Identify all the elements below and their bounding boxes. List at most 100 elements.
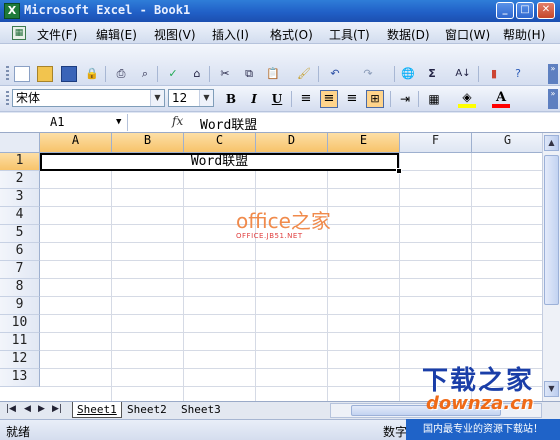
menu-data[interactable]: 数据(D) [387, 26, 430, 43]
formula-input[interactable]: Word联盟 [200, 114, 257, 133]
row-header-2[interactable]: 2 [0, 171, 40, 189]
banner-slogan: 国内最专业的资源下载站！ [406, 419, 560, 440]
underline-button[interactable]: U [268, 90, 286, 108]
toolbar-grip[interactable] [6, 66, 9, 82]
column-header-g[interactable]: G [472, 133, 542, 153]
select-all-corner[interactable] [0, 133, 40, 153]
redo-icon[interactable]: ↷ [360, 66, 376, 82]
borders-icon[interactable]: ▦ [425, 90, 443, 108]
new-icon[interactable] [14, 66, 30, 82]
row-header-3[interactable]: 3 [0, 189, 40, 207]
formatting-toolbar: 宋体 ▼ 12 ▼ B I U ≡ ≡ ≡ ⊞ ⇥ ▦ ◈ A » [0, 86, 560, 112]
workbook-icon[interactable]: ▦ [12, 26, 26, 40]
format-painter-icon[interactable]: 🖌 [296, 66, 312, 82]
menu-view[interactable]: 视图(V) [154, 26, 196, 43]
column-header-b[interactable]: B [112, 133, 184, 153]
first-sheet-icon[interactable]: |◀ [6, 404, 16, 414]
indent-icon[interactable]: ⇥ [396, 90, 414, 108]
menu-format[interactable]: 格式(O) [270, 26, 313, 43]
undo-icon[interactable]: ↶ [327, 66, 343, 82]
toolbar-separator [478, 66, 479, 82]
font-size-dropdown[interactable]: 12 ▼ [168, 89, 214, 107]
title-bar: X Microsoft Excel - Book1 _ □ ✕ [0, 0, 560, 22]
excel-app-icon[interactable]: X [4, 3, 20, 19]
paste-icon[interactable]: 📋 [265, 66, 281, 82]
chevron-down-icon[interactable]: ▼ [116, 114, 125, 130]
fill-handle[interactable] [396, 168, 402, 174]
row-header-9[interactable]: 9 [0, 297, 40, 315]
vertical-scroll-thumb[interactable] [544, 155, 559, 305]
menu-help[interactable]: 帮助(H) [503, 26, 545, 43]
row-header-11[interactable]: 11 [0, 333, 40, 351]
save-icon[interactable] [61, 66, 77, 82]
column-header-a[interactable]: A [40, 133, 112, 153]
cut-icon[interactable]: ✂ [217, 66, 233, 82]
row-header-6[interactable]: 6 [0, 243, 40, 261]
autosum-icon[interactable]: Σ [424, 66, 440, 82]
row-header-1[interactable]: 1 [0, 153, 40, 171]
merge-center-icon[interactable]: ⊞ [366, 90, 384, 108]
spelling-icon[interactable]: ✓ [165, 66, 181, 82]
research-icon[interactable]: ⌂ [189, 66, 205, 82]
column-header-f[interactable]: F [400, 133, 472, 153]
copy-icon[interactable]: ⧉ [241, 66, 257, 82]
tab-sheet2[interactable]: Sheet2 [123, 402, 171, 418]
row-header-13[interactable]: 13 [0, 369, 40, 387]
merged-cell-a1-e1[interactable]: Word联盟 [40, 153, 399, 171]
row-header-7[interactable]: 7 [0, 261, 40, 279]
menu-window[interactable]: 窗口(W) [445, 26, 490, 43]
open-icon[interactable] [37, 66, 53, 82]
sort-ascending-icon[interactable]: A↓ [455, 66, 471, 82]
last-sheet-icon[interactable]: ▶| [52, 404, 62, 414]
menu-tools[interactable]: 工具(T) [329, 26, 370, 43]
align-center-icon[interactable]: ≡ [320, 90, 338, 108]
menu-insert[interactable]: 插入(I) [212, 26, 249, 43]
column-header-c[interactable]: C [184, 133, 256, 153]
next-sheet-icon[interactable]: ▶ [38, 404, 45, 414]
close-button[interactable]: ✕ [537, 2, 555, 19]
gridline [40, 350, 542, 351]
align-right-icon[interactable]: ≡ [343, 90, 361, 108]
font-color-icon[interactable]: A [492, 90, 510, 108]
insert-function-icon[interactable]: fx [172, 114, 183, 128]
toolbar-options-chevron[interactable]: » [548, 64, 558, 84]
gridline [400, 170, 542, 171]
fill-color-icon[interactable]: ◈ [458, 90, 476, 108]
row-header-8[interactable]: 8 [0, 279, 40, 297]
formula-bar: A1 ▼ fx Word联盟 [0, 113, 560, 133]
toolbar-separator [209, 66, 210, 82]
row-header-10[interactable]: 10 [0, 315, 40, 333]
tab-sheet1[interactable]: Sheet1 [72, 402, 122, 418]
gridline [183, 153, 184, 401]
chart-icon[interactable]: ▮ [486, 66, 502, 82]
chevron-down-icon[interactable]: ▼ [150, 90, 164, 106]
hyperlink-icon[interactable]: 🌐 [400, 66, 416, 82]
column-header-e[interactable]: E [328, 133, 400, 153]
gridline [40, 314, 542, 315]
italic-button[interactable]: I [245, 90, 263, 108]
bold-button[interactable]: B [222, 90, 240, 108]
prev-sheet-icon[interactable]: ◀ [24, 404, 31, 414]
help-icon[interactable]: ? [510, 66, 526, 82]
gridline [40, 260, 542, 261]
chevron-down-icon[interactable]: ▼ [199, 90, 213, 106]
font-size-value: 12 [172, 91, 188, 105]
print-icon[interactable]: ⎙ [113, 66, 129, 82]
column-header-d[interactable]: D [256, 133, 328, 153]
toolbar-options-chevron[interactable]: » [548, 89, 558, 109]
row-header-4[interactable]: 4 [0, 207, 40, 225]
toolbar-grip[interactable] [6, 91, 9, 107]
minimize-button[interactable]: _ [496, 2, 514, 19]
row-header-5[interactable]: 5 [0, 225, 40, 243]
menu-file[interactable]: 文件(F) [37, 26, 77, 43]
align-left-icon[interactable]: ≡ [297, 90, 315, 108]
menu-edit[interactable]: 编辑(E) [96, 26, 137, 43]
print-preview-icon[interactable]: ⌕ [137, 66, 153, 82]
tab-sheet3[interactable]: Sheet3 [177, 402, 225, 418]
scroll-up-icon[interactable]: ▲ [544, 135, 559, 151]
name-box[interactable]: A1 ▼ [4, 114, 128, 131]
font-name-dropdown[interactable]: 宋体 ▼ [12, 89, 165, 107]
maximize-button[interactable]: □ [516, 2, 534, 19]
row-header-12[interactable]: 12 [0, 351, 40, 369]
permission-icon[interactable]: 🔒 [84, 66, 100, 82]
